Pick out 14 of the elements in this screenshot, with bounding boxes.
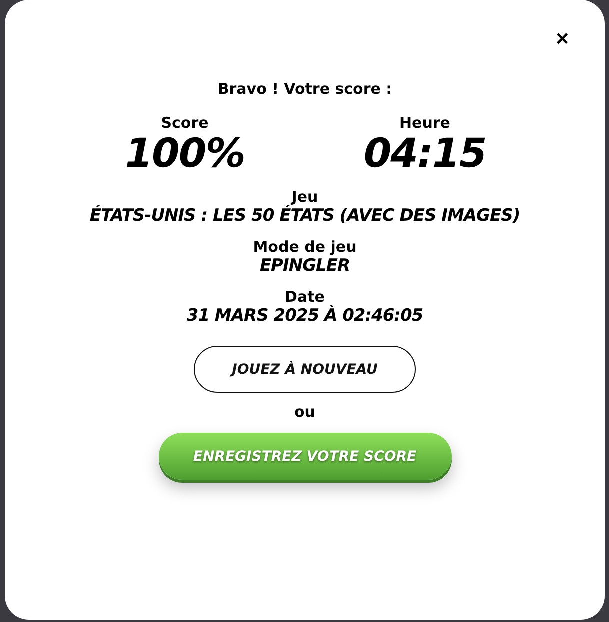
detail-value: 31 MARS 2025 À 02:46:05: [186, 306, 424, 326]
detail-value: EPINGLER: [260, 256, 350, 276]
detail-label: Mode de jeu: [253, 238, 357, 256]
stat-value: 04:15: [364, 132, 486, 176]
detail-label: Date: [285, 288, 325, 306]
detail-value: ÉTATS-UNIS : LES 50 ÉTATS (AVEC DES IMAGES): [90, 206, 520, 226]
stat-label: Heure: [400, 114, 450, 132]
play-again-button[interactable]: JOUEZ À NOUVEAU: [194, 346, 416, 393]
separator-text: ou: [294, 403, 316, 421]
close-button[interactable]: ×: [556, 28, 569, 50]
stat-value: 100%: [125, 132, 245, 176]
stat-label: Score: [161, 114, 209, 132]
detail-label: Jeu: [292, 188, 318, 206]
result-heading: Bravo ! Votre score :: [218, 80, 392, 98]
